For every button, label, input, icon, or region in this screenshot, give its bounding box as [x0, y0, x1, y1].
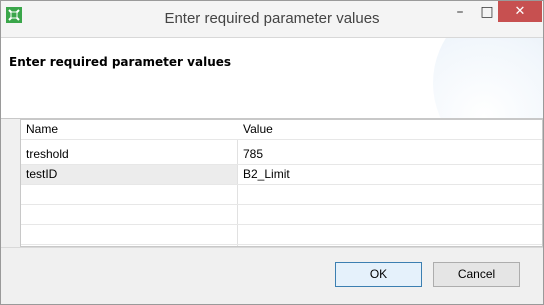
parameter-dialog: Enter required parameter values – □ ✕ En… [0, 0, 544, 305]
dialog-header: Enter required parameter values [1, 38, 543, 119]
header-title: Enter required parameter values [9, 55, 232, 69]
close-icon: ✕ [514, 4, 526, 19]
table-header-row: Name Value [21, 120, 542, 140]
maximize-button[interactable]: □ [474, 1, 500, 23]
minimize-icon: – [456, 4, 464, 20]
minimize-button[interactable]: – [447, 1, 473, 23]
table-row[interactable]: treshold 785 [21, 145, 542, 165]
column-header-name[interactable]: Name [21, 120, 237, 139]
maximize-icon: □ [480, 4, 494, 20]
empty-row [21, 225, 542, 245]
close-button[interactable]: ✕ [498, 1, 542, 22]
empty-row [21, 205, 542, 225]
title-bar[interactable]: Enter required parameter values – □ ✕ [1, 1, 543, 38]
ok-button[interactable]: OK [335, 262, 422, 287]
param-value-cell[interactable]: B2_Limit [238, 165, 542, 184]
parameter-table: Name Value treshold 785 testID B2_Limit [20, 119, 543, 247]
param-name-cell[interactable]: treshold [21, 145, 237, 164]
empty-row [21, 185, 542, 205]
header-decoration [433, 38, 543, 118]
column-header-value[interactable]: Value [238, 120, 542, 139]
cancel-button[interactable]: Cancel [433, 262, 520, 287]
footer-separator [1, 247, 543, 248]
table-row[interactable]: testID B2_Limit [21, 165, 542, 185]
param-value-cell[interactable]: 785 [238, 145, 542, 164]
param-name-cell[interactable]: testID [21, 165, 237, 184]
